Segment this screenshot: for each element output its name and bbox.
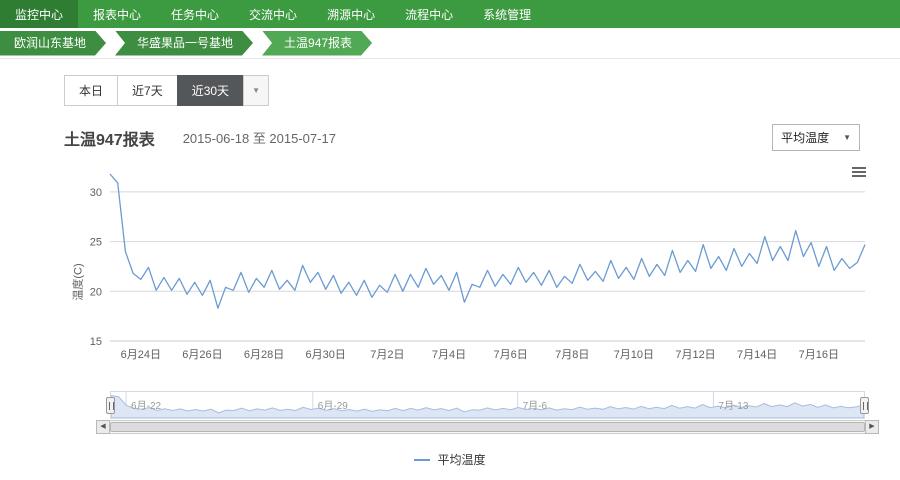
breadcrumb: 欧润山东基地 华盛果品一号基地 土温947报表 [0, 28, 900, 59]
legend-line-swatch [414, 459, 430, 461]
svg-text:7月14日: 7月14日 [737, 349, 777, 361]
chart-navigator[interactable]: 6月-22 6月-29 7月-6 7月-13 [110, 391, 865, 419]
svg-text:6月30日: 6月30日 [306, 349, 346, 361]
date-range-tabs: 本日 近7天 近30天 ▼ [64, 75, 900, 106]
title-row: 土温947报表 2015-06-18 至 2015-07-17 平均温度 ▼ [64, 124, 860, 151]
chart-legend[interactable]: 平均温度 [25, 451, 875, 468]
chevron-down-icon: ▼ [843, 133, 851, 142]
date-range-label: 2015-06-18 至 2015-07-17 [183, 128, 336, 147]
svg-text:7月-13: 7月-13 [718, 400, 748, 412]
navigator-scrollbar: ◀ ▶ [96, 420, 879, 434]
navigator-left-handle[interactable] [106, 397, 115, 414]
breadcrumb-farm[interactable]: 华盛果品一号基地 [115, 31, 253, 56]
range-dropdown-button[interactable]: ▼ [243, 75, 269, 106]
scroll-right-button[interactable]: ▶ [865, 420, 879, 434]
nav-item-trace-center[interactable]: 溯源中心 [312, 0, 390, 28]
legend-label: 平均温度 [437, 451, 485, 468]
nav-item-system-admin[interactable]: 系统管理 [468, 0, 546, 28]
svg-text:7月6日: 7月6日 [493, 349, 527, 361]
scroll-left-button[interactable]: ◀ [96, 420, 110, 434]
chart-area: 温度(C) 152025306月24日6月26日6月28日6月30日7月2日7月… [25, 159, 875, 479]
svg-text:6月-22: 6月-22 [131, 400, 161, 412]
svg-text:7月10日: 7月10日 [614, 349, 654, 361]
metric-select[interactable]: 平均温度 ▼ [772, 124, 860, 151]
navigator-area-chart: 6月-22 6月-29 7月-6 7月-13 [111, 392, 864, 418]
tab-today[interactable]: 本日 [64, 75, 118, 106]
metric-select-value: 平均温度 [781, 129, 829, 146]
svg-text:6月-29: 6月-29 [318, 400, 348, 412]
svg-text:7月8日: 7月8日 [555, 349, 589, 361]
scrollbar-thumb[interactable] [110, 422, 865, 432]
svg-text:7月16日: 7月16日 [799, 349, 839, 361]
temperature-line-chart: 15 20 25 30 6月24日 6月26日 6月28日 6月30日 7月2日 7月4日 7月6日… [35, 161, 885, 373]
scrollbar-track[interactable] [110, 420, 865, 434]
svg-text:7月12日: 7月12日 [675, 349, 715, 361]
breadcrumb-base[interactable]: 欧润山东基地 [0, 31, 106, 56]
nav-item-report-center[interactable]: 报表中心 [78, 0, 156, 28]
nav-item-monitor-center[interactable]: 监控中心 [0, 0, 78, 28]
svg-text:7月2日: 7月2日 [370, 349, 404, 361]
svg-text:15: 15 [90, 336, 102, 348]
svg-text:6月24日: 6月24日 [121, 349, 161, 361]
nav-item-task-center[interactable]: 任务中心 [156, 0, 234, 28]
svg-text:6月28日: 6月28日 [244, 349, 284, 361]
page-title: 土温947报表 [64, 126, 155, 150]
svg-text:20: 20 [90, 286, 102, 298]
svg-text:30: 30 [90, 187, 102, 199]
breadcrumb-report[interactable]: 土温947报表 [262, 31, 372, 56]
top-navigation: 监控中心 报表中心 任务中心 交流中心 溯源中心 流程中心 系统管理 [0, 0, 900, 28]
nav-item-exchange-center[interactable]: 交流中心 [234, 0, 312, 28]
tab-last-30-days[interactable]: 近30天 [177, 75, 244, 106]
nav-item-process-center[interactable]: 流程中心 [390, 0, 468, 28]
tab-last-7-days[interactable]: 近7天 [117, 75, 178, 106]
svg-text:7月-6: 7月-6 [523, 400, 548, 412]
svg-text:25: 25 [90, 237, 102, 249]
svg-text:6月26日: 6月26日 [182, 349, 222, 361]
report-page: 监控中心 报表中心 任务中心 交流中心 溯源中心 流程中心 系统管理 欧润山东基… [0, 0, 900, 480]
svg-text:7月4日: 7月4日 [432, 349, 466, 361]
navigator-right-handle[interactable] [860, 397, 869, 414]
